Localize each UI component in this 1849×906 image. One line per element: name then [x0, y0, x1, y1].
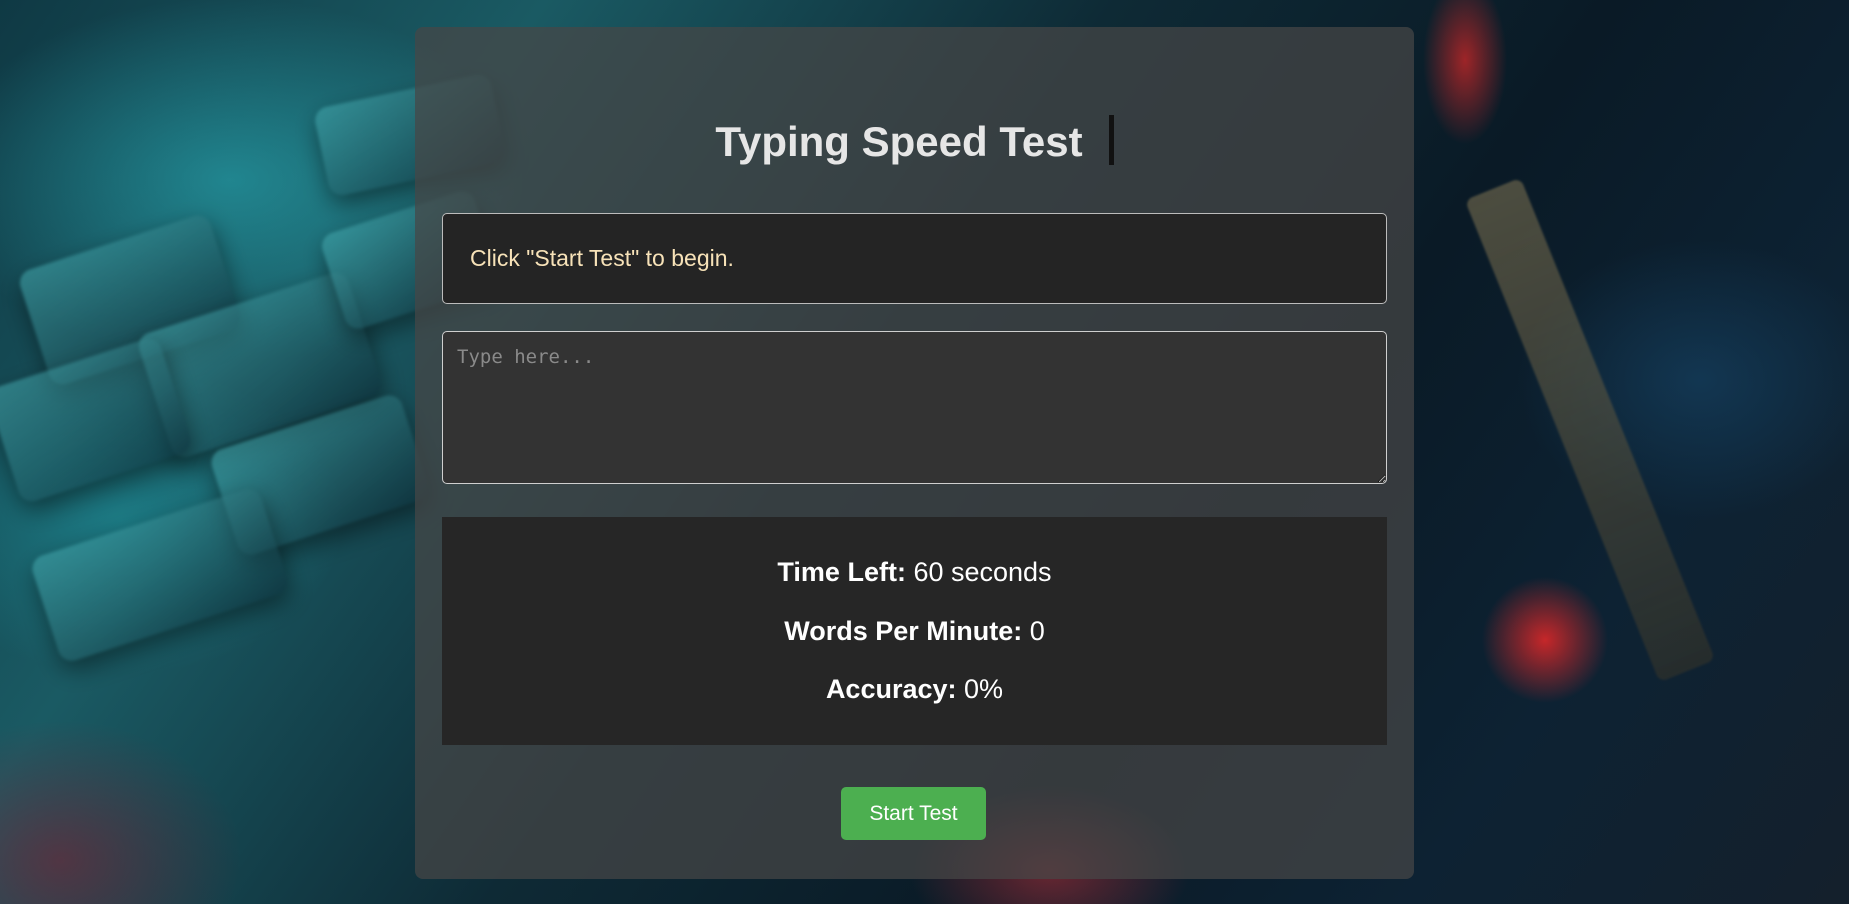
wpm-label: Words Per Minute:	[784, 616, 1023, 646]
time-left-stat: Time Left: 60 seconds	[442, 557, 1387, 588]
time-left-label: Time Left:	[777, 557, 906, 587]
accuracy-value: 0%	[964, 674, 1004, 704]
accuracy-label: Accuracy:	[825, 674, 957, 704]
page-title: Typing Speed Test	[715, 118, 1083, 165]
time-left-value: 60 seconds	[913, 557, 1052, 587]
results-panel: Time Left: 60 seconds Words Per Minute: …	[442, 517, 1387, 745]
typing-input[interactable]	[442, 331, 1387, 484]
sentence-display: Click "Start Test" to begin.	[442, 213, 1387, 304]
wpm-value: 0	[1029, 616, 1045, 646]
start-test-button[interactable]: Start Test	[841, 787, 986, 840]
wpm-stat: Words Per Minute: 0	[442, 616, 1387, 647]
blinking-cursor-icon	[1108, 115, 1114, 165]
accuracy-stat: Accuracy: 0%	[442, 674, 1387, 705]
typing-test-card: Typing Speed Test Click "Start Test" to …	[415, 27, 1414, 879]
sentence-text: Click "Start Test" to begin.	[470, 245, 734, 271]
header: Typing Speed Test	[415, 115, 1414, 177]
